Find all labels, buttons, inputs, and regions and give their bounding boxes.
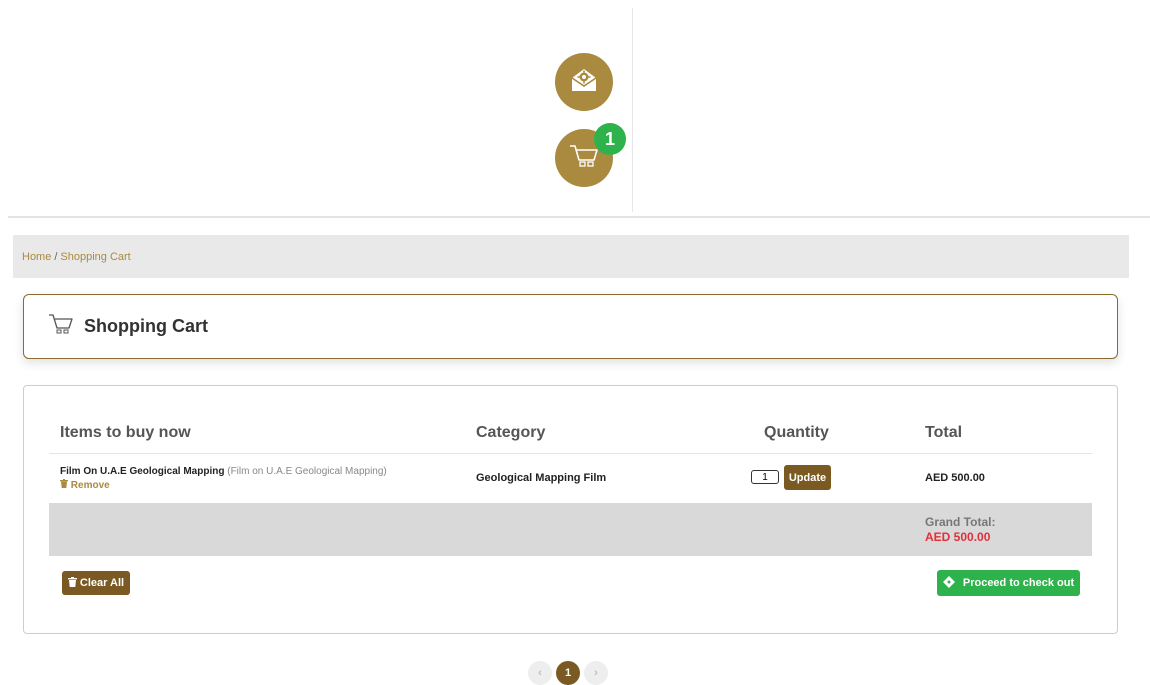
cart-count-badge: 1 bbox=[594, 123, 626, 155]
pagination: ‹ 1 › bbox=[528, 661, 608, 685]
checkout-label: Proceed to check out bbox=[962, 577, 1075, 589]
pagination-page-1[interactable]: 1 bbox=[556, 661, 580, 685]
item-total: AED 500.00 bbox=[925, 472, 985, 484]
column-header-items: Items to buy now bbox=[60, 424, 191, 441]
column-header-category: Category bbox=[476, 424, 546, 441]
item-name: Film On U.A.E Geological Mapping (Film o… bbox=[60, 466, 387, 477]
grand-total-row: Grand Total: AED 500.00 bbox=[49, 503, 1092, 556]
header-divider bbox=[632, 8, 633, 212]
cart-icon bbox=[48, 312, 74, 341]
checkout-button[interactable]: Proceed to check out bbox=[937, 570, 1080, 596]
pagination-next-button[interactable]: › bbox=[584, 661, 608, 685]
mail-button[interactable] bbox=[555, 53, 613, 111]
clear-all-label: Clear All bbox=[79, 577, 125, 589]
quantity-input[interactable] bbox=[751, 470, 779, 484]
ticket-icon bbox=[942, 575, 955, 591]
remove-label: Remove bbox=[70, 480, 110, 491]
header-separator bbox=[8, 216, 1150, 218]
item-title: Film On U.A.E Geological Mapping bbox=[60, 466, 225, 477]
breadcrumb-current: Shopping Cart bbox=[60, 250, 131, 263]
pagination-prev-button[interactable]: ‹ bbox=[528, 661, 552, 685]
page-title: Shopping Cart bbox=[84, 316, 208, 336]
item-category: Geological Mapping Film bbox=[476, 472, 607, 484]
breadcrumb: Home / Shopping Cart bbox=[13, 235, 1129, 278]
trash-icon bbox=[60, 479, 71, 491]
column-header-quantity: Quantity bbox=[764, 424, 829, 441]
trash-icon bbox=[67, 576, 77, 590]
update-quantity-button[interactable]: Update bbox=[784, 465, 831, 490]
item-subtitle: (Film on U.A.E Geological Mapping) bbox=[227, 466, 387, 477]
cart-panel: Items to buy now Category Quantity Total… bbox=[23, 385, 1118, 634]
breadcrumb-home-link[interactable]: Home bbox=[22, 251, 51, 263]
grand-total-label: Grand Total: bbox=[925, 515, 996, 529]
grand-total-value: AED 500.00 bbox=[925, 530, 991, 544]
page-title-box: Shopping Cart bbox=[23, 294, 1118, 359]
remove-item-button[interactable]: Remove bbox=[60, 479, 110, 491]
breadcrumb-separator: / bbox=[54, 250, 58, 263]
column-header-total: Total bbox=[925, 424, 963, 441]
mail-gear-icon bbox=[569, 66, 599, 99]
header-row-divider bbox=[49, 453, 1092, 454]
clear-all-button[interactable]: Clear All bbox=[62, 571, 130, 595]
